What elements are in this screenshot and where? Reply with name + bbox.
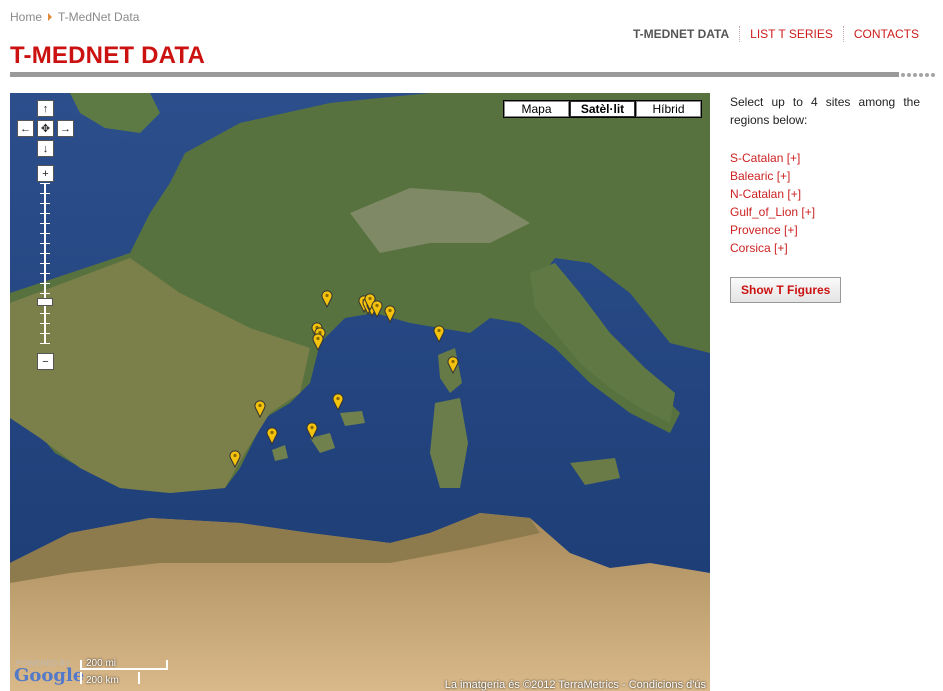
site-marker-icon[interactable]	[312, 333, 324, 351]
map-copyright: La imatgeria és ©2012 TerraMetrics - Con…	[444, 679, 706, 691]
site-marker-icon[interactable]	[371, 300, 383, 318]
top-navigation: T-MEDNET DATA LIST T SERIES CONTACTS	[623, 26, 929, 42]
breadcrumb-arrow-icon	[48, 13, 53, 21]
site-selection-panel: Select up to 4 sites among the regions b…	[730, 93, 920, 303]
region-link-n-catalan[interactable]: N-Catalan [+]	[730, 187, 801, 201]
site-marker-icon[interactable]	[433, 325, 445, 343]
site-marker-icon[interactable]	[384, 305, 396, 323]
google-logo: POWERED BY Google	[14, 659, 85, 686]
terms-of-use-link[interactable]: Condicions d'ús	[629, 679, 706, 691]
site-marker-icon[interactable]	[321, 290, 333, 308]
site-marker-icon[interactable]	[447, 356, 459, 374]
title-divider-dots	[901, 72, 935, 77]
region-list: S-Catalan [+] Balearic [+] N-Catalan [+]…	[730, 149, 920, 257]
map-scale: 200 mi 200 km	[80, 658, 170, 688]
site-markers-layer	[10, 93, 710, 691]
nav-item-list-t-series[interactable]: LIST T SERIES	[739, 26, 843, 42]
breadcrumb: Home T-MedNet Data	[10, 10, 139, 24]
region-link-provence[interactable]: Provence [+]	[730, 223, 798, 237]
site-marker-icon[interactable]	[332, 393, 344, 411]
site-marker-icon[interactable]	[306, 422, 318, 440]
region-item: Balearic [+]	[730, 167, 920, 185]
scale-km-label: 200 km	[86, 675, 119, 686]
region-link-s-catalan[interactable]: S-Catalan [+]	[730, 151, 800, 165]
copyright-text: La imatgeria és ©2012 TerraMetrics	[444, 679, 619, 691]
region-item: Corsica [+]	[730, 239, 920, 257]
satellite-map[interactable]: ↑ ← ✥ → ↓ + − Mapa Satèl·lit Híbrid POWE…	[10, 93, 710, 691]
breadcrumb-home-link[interactable]: Home	[10, 10, 42, 24]
page-title: T-MEDNET DATA	[10, 42, 206, 69]
instructions-text: Select up to 4 sites among the regions b…	[730, 95, 920, 127]
region-link-balearic[interactable]: Balearic [+]	[730, 169, 790, 183]
google-logo-text: Google	[14, 665, 85, 686]
site-marker-icon[interactable]	[229, 450, 241, 468]
nav-item-tmednet-data[interactable]: T-MEDNET DATA	[623, 26, 739, 42]
powered-by-label: POWERED BY	[16, 659, 71, 668]
site-marker-icon[interactable]	[254, 400, 266, 418]
breadcrumb-current: T-MedNet Data	[58, 10, 140, 24]
region-link-corsica[interactable]: Corsica [+]	[730, 241, 788, 255]
region-item: N-Catalan [+]	[730, 185, 920, 203]
region-item: Gulf_of_Lion [+]	[730, 203, 920, 221]
scale-miles-label: 200 mi	[86, 658, 117, 669]
nav-item-contacts[interactable]: CONTACTS	[842, 26, 929, 42]
region-link-gulf-of-lion[interactable]: Gulf_of_Lion [+]	[730, 205, 815, 219]
title-divider	[10, 72, 899, 77]
show-t-figures-button[interactable]: Show T Figures	[730, 277, 842, 303]
site-marker-icon[interactable]	[266, 427, 278, 445]
region-item: S-Catalan [+]	[730, 149, 920, 167]
region-item: Provence [+]	[730, 221, 920, 239]
